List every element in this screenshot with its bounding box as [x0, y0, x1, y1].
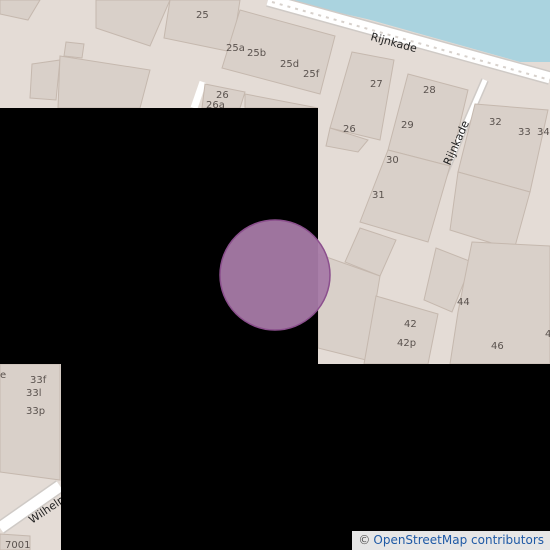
location-marker-circle[interactable]: [219, 219, 331, 331]
copyright-icon: ©: [358, 533, 371, 547]
house-number: 33p: [26, 406, 45, 417]
house-number: 25d: [280, 59, 299, 70]
house-number: 31: [372, 190, 385, 201]
house-number: 42: [404, 319, 417, 330]
house-number: 46: [491, 341, 504, 352]
openstreetmap-link[interactable]: OpenStreetMap contributors: [373, 533, 544, 547]
house-number: 26: [343, 124, 356, 135]
house-number: 25b: [247, 48, 266, 59]
house-number: 30: [386, 155, 399, 166]
house-number: e: [0, 370, 6, 381]
house-number: 32: [489, 117, 502, 128]
house-number: 33: [518, 127, 531, 138]
house-number: 28: [423, 85, 436, 96]
house-number: 27: [370, 79, 383, 90]
house-number: 34: [537, 127, 550, 138]
house-number: 25f: [303, 69, 320, 80]
house-number: 42p: [397, 338, 416, 349]
house-number: 7001: [5, 540, 30, 550]
house-number: 44: [457, 297, 470, 308]
house-number: 33f: [30, 375, 47, 386]
map-view[interactable]: 25 25a 25b 25d 25f 26 26a 27 26 28 29 32…: [0, 0, 550, 550]
house-number: 33l: [26, 388, 42, 399]
map-attribution[interactable]: © OpenStreetMap contributors: [352, 531, 550, 550]
map-tiles[interactable]: 25 25a 25b 25d 25f 26 26a 27 26 28 29 32…: [0, 0, 550, 550]
house-number: 4: [545, 329, 550, 340]
house-number: 29: [401, 120, 414, 131]
house-number: 25a: [226, 43, 245, 54]
house-number: 25: [196, 10, 209, 21]
